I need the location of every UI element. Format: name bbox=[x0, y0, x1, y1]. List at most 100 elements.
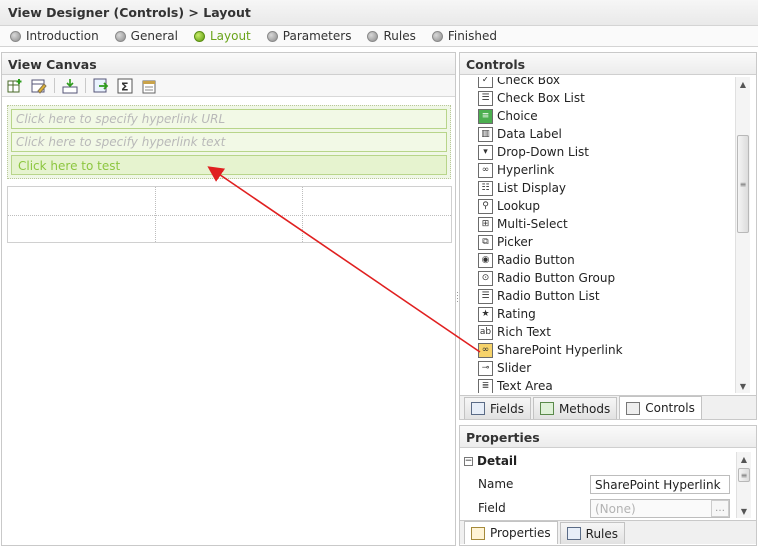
control-radio-button[interactable]: ◉ Radio Button bbox=[478, 251, 734, 269]
fields-icon bbox=[471, 402, 485, 415]
controls-header: Controls bbox=[460, 53, 756, 75]
picker-icon: ⧉ bbox=[478, 234, 493, 250]
check-box-list-icon: ☰ bbox=[478, 90, 493, 106]
control-check-box[interactable]: ✓ Check Box bbox=[478, 77, 734, 89]
wizard-steps: Introduction General Layout Parameters R… bbox=[0, 26, 758, 47]
radio-button-icon: ◉ bbox=[478, 252, 493, 268]
step-rules[interactable]: Rules bbox=[367, 29, 416, 43]
step-status-icon bbox=[367, 30, 379, 42]
controls-tabs: Fields Methods Controls bbox=[460, 395, 756, 419]
rich-text-icon: ab bbox=[478, 324, 493, 340]
properties-icon[interactable] bbox=[140, 77, 157, 94]
control-picker[interactable]: ⧉ Picker bbox=[478, 233, 734, 251]
controls-icon bbox=[626, 401, 641, 415]
controls-scrollbar[interactable]: ▲ ≡ ▼ bbox=[735, 77, 750, 393]
tab-methods[interactable]: Methods bbox=[532, 397, 618, 419]
rules-icon bbox=[566, 527, 581, 540]
drop-down-list-icon: ▾ bbox=[478, 144, 493, 160]
view-canvas-panel: View Canvas Σ Click here to specify hype… bbox=[1, 52, 456, 546]
step-general[interactable]: General bbox=[114, 29, 178, 43]
multi-select-icon: ⊞ bbox=[478, 216, 493, 232]
step-parameters[interactable]: Parameters bbox=[266, 29, 351, 43]
scroll-down-icon[interactable]: ▼ bbox=[736, 379, 750, 393]
toolbar-separator bbox=[85, 78, 86, 93]
scroll-thumb[interactable]: ≡ bbox=[737, 135, 749, 233]
step-layout[interactable]: Layout bbox=[193, 29, 251, 43]
step-finished[interactable]: Finished bbox=[431, 29, 497, 43]
control-text-area[interactable]: ≣ Text Area bbox=[478, 377, 734, 393]
canvas-toolbar: Σ bbox=[2, 75, 455, 97]
control-rich-text[interactable]: ab Rich Text bbox=[478, 323, 734, 341]
window-title: View Designer (Controls) > Layout bbox=[0, 0, 758, 26]
control-list-display[interactable]: ☷ List Display bbox=[478, 179, 734, 197]
step-status-icon bbox=[431, 30, 443, 42]
tab-rules[interactable]: Rules bbox=[559, 522, 626, 544]
add-table-icon[interactable] bbox=[6, 77, 23, 94]
step-status-icon bbox=[114, 30, 126, 42]
step-status-icon bbox=[10, 30, 21, 42]
control-hyperlink[interactable]: ∞ Hyperlink bbox=[478, 161, 734, 179]
tab-fields[interactable]: Fields bbox=[464, 397, 531, 419]
rating-star-icon: ★ bbox=[478, 306, 493, 322]
tab-controls[interactable]: Controls bbox=[619, 396, 702, 419]
control-sharepoint-hyperlink[interactable]: ∞ SharePoint Hyperlink bbox=[478, 341, 734, 359]
table-row-divider bbox=[8, 215, 451, 216]
scroll-down-icon[interactable]: ▼ bbox=[737, 504, 751, 518]
control-slider[interactable]: ⊸ Slider bbox=[478, 359, 734, 377]
methods-icon bbox=[539, 402, 554, 415]
data-label-icon: ▥ bbox=[478, 126, 493, 142]
collapse-icon[interactable]: − bbox=[464, 456, 473, 466]
property-name-row: Name SharePoint Hyperlink bbox=[464, 473, 736, 495]
scroll-thumb[interactable]: ≡ bbox=[738, 468, 750, 482]
properties-panel: Properties − Detail Name SharePoint Hyper… bbox=[459, 425, 757, 546]
slider-icon: ⊸ bbox=[478, 360, 493, 376]
edit-table-icon[interactable] bbox=[30, 77, 47, 94]
control-drop-down-list[interactable]: ▾ Drop-Down List bbox=[478, 143, 734, 161]
toolbar-separator bbox=[54, 78, 55, 93]
control-data-label[interactable]: ▥ Data Label bbox=[478, 125, 734, 143]
add-control-icon[interactable] bbox=[92, 77, 109, 94]
step-status-icon bbox=[266, 30, 278, 42]
radio-button-group-icon: ⊙ bbox=[478, 270, 493, 286]
radio-button-list-icon: ☰ bbox=[478, 288, 493, 304]
step-introduction[interactable]: Introduction bbox=[10, 29, 99, 43]
sum-icon[interactable]: Σ bbox=[116, 77, 133, 94]
layout-table[interactable] bbox=[7, 186, 452, 243]
test-hyperlink[interactable]: Click here to test bbox=[11, 155, 447, 175]
view-canvas-header: View Canvas bbox=[2, 53, 455, 75]
hyperlink-text-field[interactable]: Click here to specify hyperlink text bbox=[11, 132, 447, 152]
controls-panel: Controls ✓ Check Box ☰ Check Box List ≡ Cho… bbox=[459, 52, 757, 420]
properties-scrollbar[interactable]: ▲ ≡ ▼ bbox=[736, 452, 751, 518]
property-label: Name bbox=[478, 477, 514, 491]
field-selector[interactable]: (None) bbox=[590, 498, 730, 518]
check-box-icon: ✓ bbox=[478, 77, 493, 88]
control-lookup[interactable]: ⚲ Lookup bbox=[478, 197, 734, 215]
properties-tabs: Properties Rules bbox=[460, 520, 756, 544]
tab-properties[interactable]: Properties bbox=[464, 521, 558, 544]
properties-icon bbox=[471, 526, 485, 540]
hyperlink-control[interactable]: Click here to specify hyperlink URL Clic… bbox=[7, 105, 451, 179]
scroll-up-icon[interactable]: ▲ bbox=[737, 452, 751, 466]
control-check-box-list[interactable]: ☰ Check Box List bbox=[478, 89, 734, 107]
control-radio-button-list[interactable]: ☰ Radio Button List bbox=[478, 287, 734, 305]
choice-icon: ≡ bbox=[478, 108, 493, 124]
hyperlink-icon: ∞ bbox=[478, 162, 493, 178]
properties-header: Properties bbox=[460, 426, 756, 448]
detail-section[interactable]: − Detail bbox=[464, 452, 734, 470]
ellipsis-button[interactable]: … bbox=[711, 499, 729, 517]
name-field[interactable]: SharePoint Hyperlink bbox=[590, 474, 730, 494]
control-rating[interactable]: ★ Rating bbox=[478, 305, 734, 323]
controls-list: ✓ Check Box ☰ Check Box List ≡ Choice ▥ Data… bbox=[478, 77, 734, 393]
control-multi-select[interactable]: ⊞ Multi-Select bbox=[478, 215, 734, 233]
scroll-up-icon[interactable]: ▲ bbox=[736, 77, 750, 91]
control-radio-button-group[interactable]: ⊙ Radio Button Group bbox=[478, 269, 734, 287]
hyperlink-url-field[interactable]: Click here to specify hyperlink URL bbox=[11, 109, 447, 129]
insert-row-icon[interactable] bbox=[61, 77, 78, 94]
sharepoint-hyperlink-icon: ∞ bbox=[478, 342, 493, 358]
control-choice[interactable]: ≡ Choice bbox=[478, 107, 734, 125]
lookup-icon: ⚲ bbox=[478, 198, 493, 214]
text-area-icon: ≣ bbox=[478, 378, 493, 393]
step-active-icon bbox=[193, 30, 205, 42]
list-display-icon: ☷ bbox=[478, 180, 493, 196]
svg-text:Σ: Σ bbox=[121, 80, 129, 93]
